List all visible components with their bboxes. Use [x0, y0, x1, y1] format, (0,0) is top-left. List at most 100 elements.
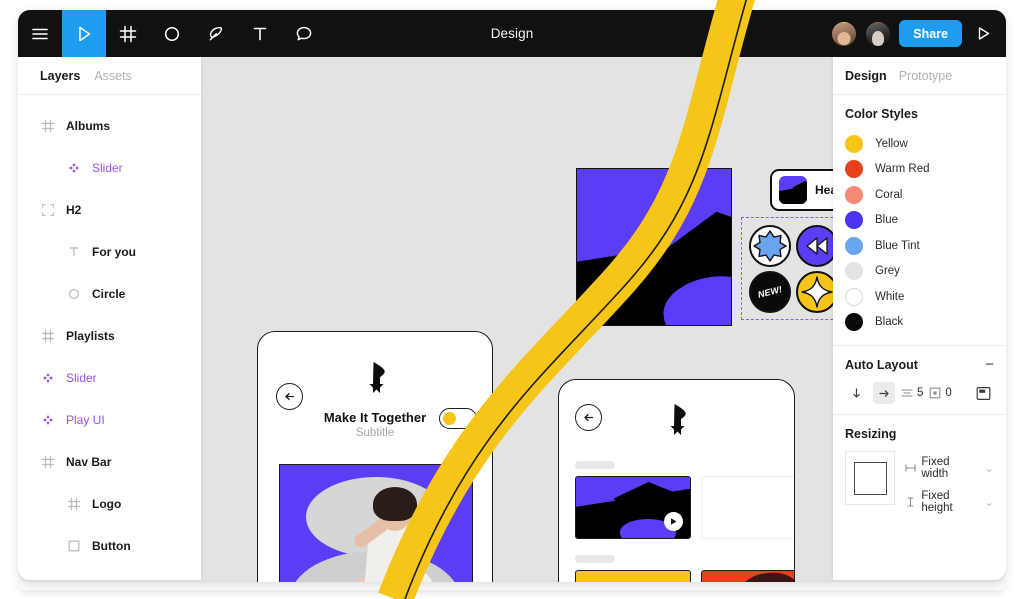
component-icon [66, 162, 82, 174]
color-swatch [845, 134, 863, 153]
arrow-down-icon [852, 387, 860, 398]
sparkle-icon [801, 276, 833, 308]
back-button[interactable] [575, 404, 602, 431]
share-button[interactable]: Share [899, 20, 962, 47]
resizing-preview[interactable] [845, 451, 896, 505]
resizing-header: Resizing [845, 427, 994, 441]
color-style-black[interactable]: Black [845, 310, 994, 336]
layer-row-nav-bar[interactable]: Nav Bar [18, 441, 201, 483]
auto-layout-header: Auto Layout − [845, 357, 994, 372]
padding-field[interactable]: 0 [929, 387, 952, 399]
cursor-icon[interactable] [62, 10, 106, 57]
album-tile-red[interactable] [701, 570, 794, 582]
pen-icon[interactable] [194, 10, 238, 57]
app-logo-icon [663, 402, 690, 445]
new-badge-sticker[interactable]: NEW! [749, 271, 791, 313]
color-styles-title: Color Styles [845, 107, 918, 121]
phone1-toggle[interactable] [439, 408, 477, 429]
color-style-white[interactable]: White [845, 284, 994, 310]
star-badge-sticker[interactable] [749, 225, 791, 267]
component-thumbnail [779, 176, 807, 204]
group-icon [40, 204, 56, 216]
color-swatch [845, 313, 863, 332]
fixed-width-select[interactable]: Fixed width ⌄ [905, 456, 994, 480]
frame-icon [40, 330, 56, 342]
layer-list: Albums Slider H2 For you Circle Playlist… [18, 95, 201, 567]
properties-panel-tabs: Design Prototype [833, 57, 1006, 95]
avatar[interactable] [865, 20, 892, 47]
color-style-blue-tint[interactable]: Blue Tint [845, 233, 994, 259]
collapse-button[interactable]: − [985, 357, 994, 372]
rewind-badge-sticker[interactable] [796, 225, 838, 267]
layer-row-for-you[interactable]: For you [18, 231, 201, 273]
fixed-height-select[interactable]: Fixed height ⌄ [905, 490, 994, 514]
color-style-grey[interactable]: Grey [845, 259, 994, 285]
comment-icon[interactable] [282, 10, 326, 57]
tab-design[interactable]: Design [845, 69, 887, 83]
app-root: Make It Together Subtitle NEW! Layers As… [0, 0, 1024, 599]
ellipse-icon[interactable] [150, 10, 194, 57]
burst-star-icon [753, 230, 787, 262]
component-icon [40, 372, 56, 384]
artwork-frame[interactable] [576, 168, 732, 326]
layer-row-slider[interactable]: Slider [18, 147, 201, 189]
direction-horizontal-button[interactable] [873, 382, 895, 404]
padding-icon [930, 387, 941, 399]
layer-row-slider-2[interactable]: Slider [18, 357, 201, 399]
spacing-field[interactable]: 5 [901, 387, 923, 399]
window-shadow [18, 582, 1006, 590]
layer-row-logo[interactable]: Logo [18, 483, 201, 525]
layer-row-button[interactable]: Button [18, 525, 201, 567]
layers-panel: Layers Assets Albums Slider H2 For you C… [18, 57, 201, 580]
sparkle-badge-sticker[interactable] [796, 271, 838, 313]
play-button[interactable] [664, 512, 683, 531]
media-card-placeholder[interactable] [701, 476, 794, 539]
vertical-resize-icon [905, 497, 916, 507]
layer-row-play-ui[interactable]: Play UI [18, 399, 201, 441]
color-styles-section: Color Styles Yellow Warm Red Coral Blue [833, 95, 1006, 346]
resizing-title: Resizing [845, 427, 897, 441]
resizing-controls: Fixed width ⌄ Fixed height ⌄ [845, 451, 994, 514]
alignment-button[interactable] [972, 382, 994, 404]
rect-icon [66, 540, 82, 552]
resizing-preview-box [853, 461, 887, 495]
layer-label: Slider [66, 371, 97, 385]
phone-mockup-2[interactable]: o op [558, 379, 795, 582]
color-style-blue[interactable]: Blue [845, 208, 994, 234]
avatar[interactable] [831, 20, 858, 47]
frame-icon [40, 120, 56, 132]
top-toolbar: Design Share [18, 10, 1006, 57]
frame-icon[interactable] [106, 10, 150, 57]
color-label: Blue Tint [875, 239, 920, 252]
frame-icon [66, 498, 82, 510]
menu-icon[interactable] [18, 10, 62, 57]
photo-hair [373, 487, 417, 521]
component-icon [40, 414, 56, 426]
present-icon[interactable] [970, 20, 996, 47]
layer-label: Nav Bar [66, 455, 112, 469]
tab-prototype[interactable]: Prototype [899, 69, 953, 83]
color-styles-header: Color Styles [845, 107, 994, 121]
phone-mockup-1[interactable]: Make It Together Subtitle [257, 331, 493, 582]
layer-row-albums[interactable]: Albums [18, 105, 201, 147]
tab-layers[interactable]: Layers [40, 69, 80, 83]
text-icon[interactable] [238, 10, 282, 57]
color-swatch [845, 287, 863, 306]
color-style-warm-red[interactable]: Warm Red [845, 157, 994, 183]
tab-assets[interactable]: Assets [94, 69, 132, 83]
back-button[interactable] [276, 383, 303, 410]
color-style-yellow[interactable]: Yellow [845, 131, 994, 157]
color-style-coral[interactable]: Coral [845, 182, 994, 208]
color-swatch [845, 236, 863, 255]
direction-vertical-button[interactable] [845, 382, 867, 404]
phone1-photo [279, 464, 473, 582]
rewind-icon [806, 237, 828, 255]
layer-label: Albums [66, 119, 111, 133]
layer-row-playlists[interactable]: Playlists [18, 315, 201, 357]
layer-row-h2[interactable]: H2 [18, 189, 201, 231]
album-tile-yellow[interactable]: o op [575, 570, 691, 582]
color-label: Grey [875, 265, 900, 278]
media-card[interactable] [575, 476, 691, 539]
layer-row-circle[interactable]: Circle [18, 273, 201, 315]
properties-panel: Design Prototype Color Styles Yellow War… [833, 57, 1006, 580]
